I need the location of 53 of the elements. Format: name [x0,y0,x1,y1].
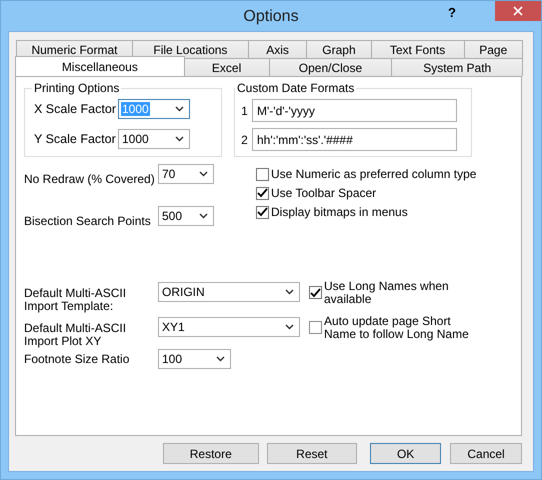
setting-label: Bisection Search Points [24,214,152,228]
checkbox[interactable] [256,206,269,218]
chevron-icon [285,289,294,295]
tab[interactable]: Open/Close [268,58,392,76]
close-button[interactable] [495,1,541,21]
chevron-icon [175,136,184,142]
tab[interactable]: Graph [306,40,372,58]
import-dropdown[interactable]: ORIGIN [158,282,300,302]
checkbox[interactable] [256,168,269,180]
scale-dropdown[interactable]: 1000 [118,129,190,149]
checkbox-label: Use Numeric as preferred column type [271,167,476,181]
setting-dropdown[interactable]: 70 [158,164,214,184]
date-format-field[interactable]: hh':'mm':'ss'.'#### [252,128,457,151]
setting-dropdown[interactable]: 500 [158,206,214,226]
setting-label: Footnote Size Ratio [24,352,130,366]
date-format-field[interactable]: M'-'d'-'yyyy [252,99,457,122]
field-label: Y Scale Factor [34,132,117,146]
import-dropdown[interactable]: XY1 [158,317,300,337]
chevron-icon [285,324,294,330]
row-number: 2 [240,132,249,146]
group-title: Custom Date Formats [236,81,356,95]
close-icon [513,6,523,16]
chevron-icon [199,171,208,177]
window-title: Options [243,8,299,26]
chevron-icon [175,106,184,112]
dialog-button[interactable]: OK [370,443,442,464]
tab[interactable]: Axis [248,40,308,58]
row-number: 1 [240,104,249,118]
help-button[interactable]: ? [446,5,458,20]
setting-label: Default Multi-ASCII Import Plot XY [24,322,128,348]
setting-label: Default Multi-ASCII Import Template: [24,287,128,313]
checkbox-label: Use Toolbar Spacer [271,186,376,200]
tab[interactable]: Excel [184,58,270,76]
tab[interactable]: File Locations [132,40,249,58]
checkbox[interactable] [309,321,322,334]
tab[interactable]: System Path [391,58,523,76]
dialog-button[interactable]: Reset [266,443,358,464]
tab[interactable]: Page [464,40,523,58]
checkbox[interactable] [309,286,322,299]
chevron-icon [216,356,225,362]
checkbox-label: Display bitmaps in menus [271,205,408,219]
setting-label: No Redraw (% Covered) [24,172,156,186]
chevron-icon [199,213,208,219]
dialog-button[interactable]: Cancel [450,443,522,464]
checkbox-label: Auto update page Short Name to follow Long Name [324,315,470,341]
footnote-dropdown[interactable]: 100 [158,349,231,369]
group-title: Printing Options [33,81,120,95]
checkbox[interactable] [256,186,269,200]
tab[interactable]: Miscellaneous [15,56,185,76]
tab[interactable]: Text Fonts [370,40,465,58]
dialog-button[interactable]: Restore [163,443,259,464]
checkbox-label: Use Long Names when available [324,280,450,306]
field-label: X Scale Factor [34,102,117,116]
